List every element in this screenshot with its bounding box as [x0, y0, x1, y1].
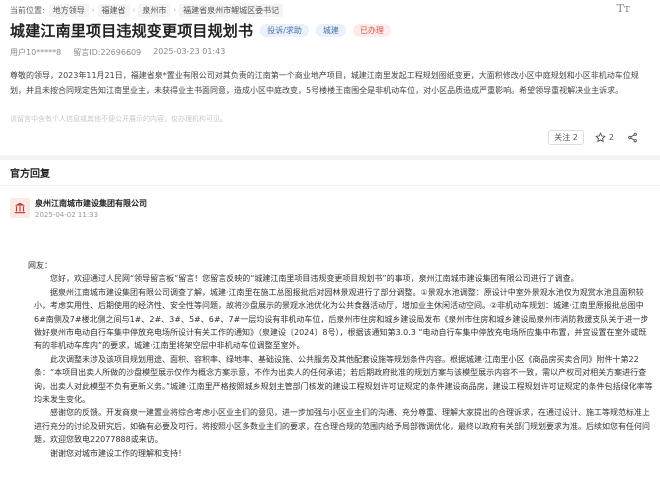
follow-label: 关注 2 — [554, 133, 578, 142]
page: 当前位置: 地方领导 › 福建省 › 泉州市 › 福建省泉州市鲤城区委书记 Tт… — [0, 0, 660, 495]
tag-type: 投诉/求助 — [260, 24, 309, 37]
breadcrumb-item-local-leaders[interactable]: 地方领导 — [48, 3, 89, 17]
message-card: 当前位置: 地方领导 › 福建省 › 泉州市 › 福建省泉州市鲤城区委书记 Tт… — [0, 0, 660, 155]
reply-org: 泉州江南城市建设集团有限公司 2025-04-02 11:33 — [10, 198, 147, 221]
reply-paragraph: 您好，欢迎通过人民网“领导留言板”留言！您留言反映的“城建江南里项目违规变更项目… — [50, 274, 579, 284]
reply-paragraph: 感谢您的反馈。开发商泉一建置业将综合考虑小区业主们的意见，进一步加强与小区业主们… — [34, 408, 650, 445]
breadcrumb: 当前位置: 地方领导 › 福建省 › 泉州市 › 福建省泉州市鲤城区委书记 — [10, 3, 286, 17]
breadcrumb-item-quanzhou[interactable]: 泉州市 — [138, 3, 171, 17]
action-row: 关注 2 2 — [542, 130, 640, 145]
divider — [0, 185, 660, 186]
chevron-right-icon: › — [91, 6, 95, 14]
message-meta: 用户10*****8 留言ID:22696609 2025-03-23 01:4… — [10, 47, 237, 58]
reply-body: 网友： 您好，欢迎通过人民网“领导留言板”留言！您留言反映的“城建江南里项目违规… — [28, 259, 654, 460]
government-building-icon — [14, 202, 26, 214]
share-button[interactable] — [622, 130, 640, 145]
like-count: 2 — [608, 133, 614, 142]
like-button[interactable]: 2 — [589, 130, 616, 145]
org-info: 泉州江南城市建设集团有限公司 2025-04-02 11:33 — [35, 198, 147, 221]
chevron-right-icon: › — [132, 6, 136, 14]
org-name: 泉州江南城市建设集团有限公司 — [35, 199, 147, 208]
message-time: 2025-03-23 01:43 — [153, 47, 226, 56]
reply-paragraph: 谢谢您对城市建设工作的理解和支持！ — [50, 448, 186, 458]
star-icon — [595, 132, 606, 143]
tag-domain: 城建 — [315, 24, 346, 37]
message-user: 用户10*****8 — [10, 48, 62, 57]
font-size-icon[interactable]: Tт — [617, 2, 630, 15]
reply-paragraph: 网友： — [28, 261, 52, 270]
privacy-note: 该留言中含有个人信息或其他不便公开展示的内容，仅办理机构可见。 — [10, 115, 227, 123]
breadcrumb-item-fujian[interactable]: 福建省 — [97, 3, 130, 17]
avatar — [10, 198, 30, 218]
title-row: 城建江南里项目违规变更项目规划书 投诉/求助 城建 已办理 — [10, 20, 391, 41]
reply-paragraph: 据泉州江南城市建设集团有限公司调查了解，城建·江南里在施工总图报批后对园林景观进… — [34, 287, 649, 351]
message-id: 留言ID:22696609 — [73, 48, 142, 57]
reply-paragraph: 此次调整未涉及该项目规划用途、面积、容积率、绿地率、基础设施、公共服务及其他配套… — [34, 354, 653, 405]
page-title: 城建江南里项目违规变更项目规划书 — [10, 22, 254, 40]
reply-time: 2025-04-02 11:33 — [35, 211, 99, 219]
message-content: 尊敬的领导，2023年11月21日，福建省泉*置业有限公司对其负责的江南第一个商… — [10, 68, 650, 98]
chevron-right-icon: › — [173, 6, 177, 14]
breadcrumb-prefix: 当前位置: — [10, 5, 45, 15]
reply-card: 官方回复 泉州江南城市建设集团有限公司 2025-04-02 11:33 网友：… — [0, 160, 660, 495]
reply-header: 官方回复 — [10, 169, 50, 180]
follow-button[interactable]: 关注 2 — [548, 130, 584, 145]
message-text: 尊敬的领导，2023年11月21日，福建省泉*置业有限公司对其负责的江南第一个商… — [10, 71, 639, 95]
breadcrumb-item-licheng-secretary[interactable]: 福建省泉州市鲤城区委书记 — [179, 3, 284, 17]
status-badge: 已办理 — [352, 24, 391, 37]
share-icon — [628, 132, 637, 143]
